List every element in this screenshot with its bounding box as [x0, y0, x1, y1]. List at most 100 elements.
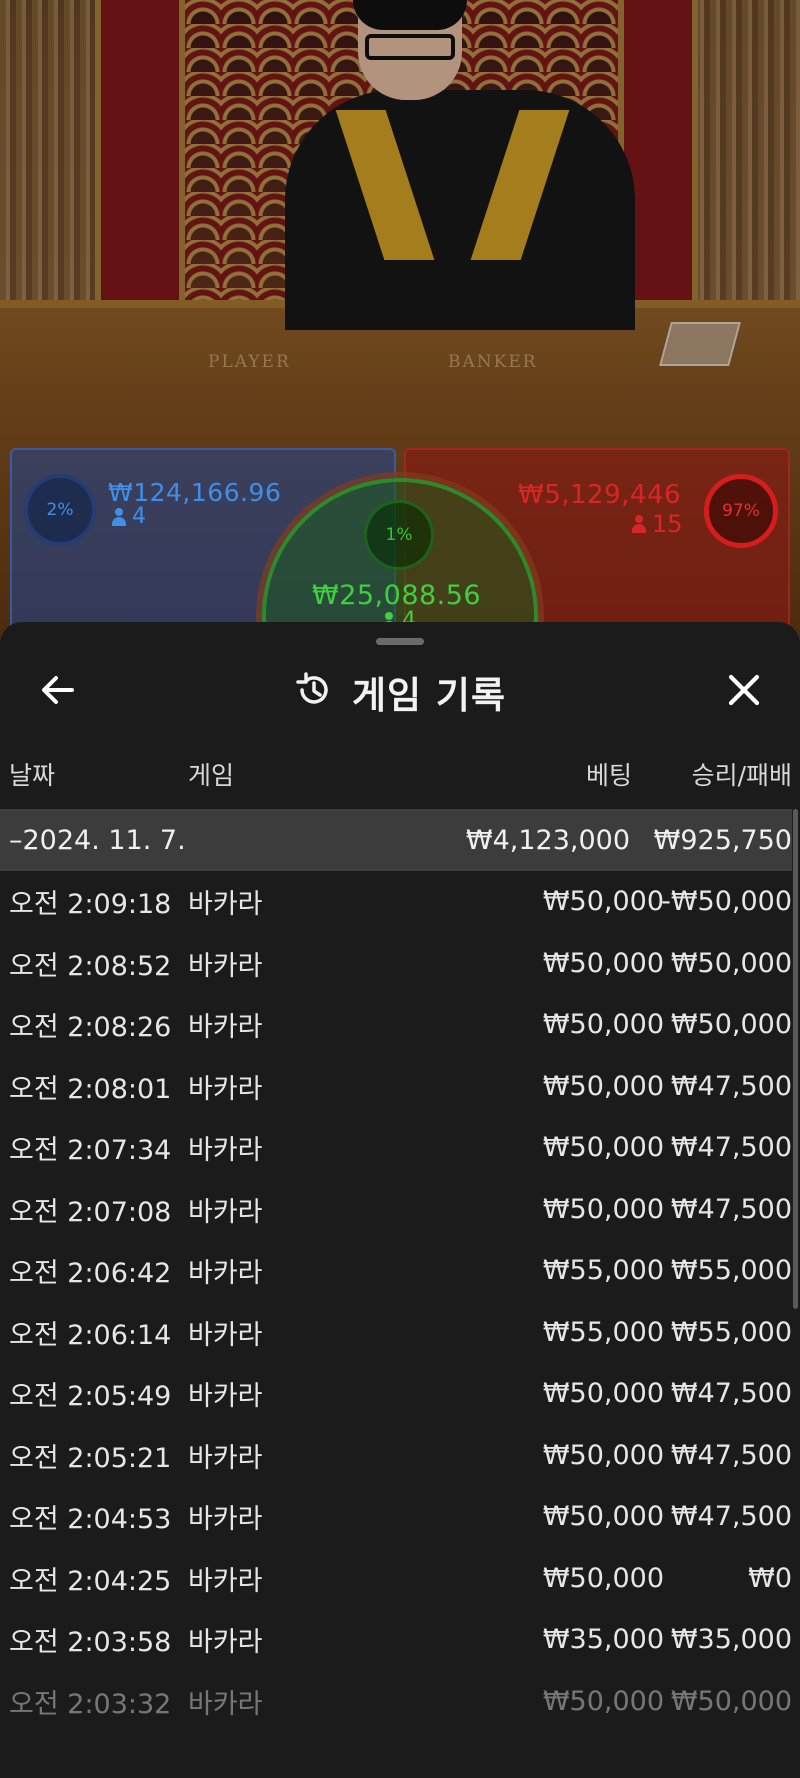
close-icon	[724, 670, 764, 714]
row-time: 오전 2:07:34	[9, 1135, 172, 1167]
column-header-win-loss: 승리/패배	[691, 761, 792, 790]
row-time: 오전 2:09:18	[9, 889, 172, 921]
row-game: 바카라	[188, 1442, 263, 1474]
table-row[interactable]: 오전 2:08:01 바카라 ₩50,000 ₩47,500	[0, 1056, 792, 1118]
banker-percent: 97%	[722, 501, 760, 521]
column-header-date: 날짜	[9, 761, 56, 790]
row-win-loss: ₩50,000	[670, 1685, 792, 1717]
row-bet: ₩50,000	[542, 1562, 664, 1594]
table-row[interactable]: 오전 2:05:21 바카라 ₩50,000 ₩47,500	[0, 1425, 792, 1487]
row-time: 오전 2:05:49	[9, 1381, 172, 1413]
row-bet: ₩50,000	[542, 1193, 664, 1225]
row-game: 바카라	[188, 1073, 263, 1105]
table-row[interactable]: 오전 2:06:14 바카라 ₩55,000 ₩55,000	[0, 1302, 792, 1364]
player-percent-ring: 2%	[24, 474, 96, 546]
table-row[interactable]: 오전 2:04:25 바카라 ₩50,000 ₩0	[0, 1548, 792, 1610]
row-time: 오전 2:05:21	[9, 1442, 172, 1474]
sheet-header: 게임 기록	[0, 652, 800, 732]
row-win-loss: ₩47,500	[670, 1193, 792, 1225]
close-button[interactable]	[716, 664, 772, 720]
row-game: 바카라	[188, 1627, 263, 1659]
arrow-left-icon	[38, 670, 78, 714]
banker-bettor-count: 15	[632, 510, 683, 538]
player-bet-amount: ₩124,166.96	[108, 478, 282, 507]
row-game: 바카라	[188, 1258, 263, 1290]
banker-percent-ring: 97%	[704, 474, 778, 548]
banker-bet-amount: ₩5,129,446	[518, 480, 682, 510]
sheet-drag-handle[interactable]	[376, 638, 424, 645]
row-bet: ₩55,000	[542, 1255, 664, 1287]
row-time: 오전 2:03:32	[9, 1688, 172, 1720]
row-bet: ₩50,000	[542, 1132, 664, 1164]
table-row[interactable]: 오전 2:07:34 바카라 ₩50,000 ₩47,500	[0, 1117, 792, 1179]
player-bettor-count: 4	[112, 504, 146, 529]
table-row[interactable]: 오전 2:06:42 바카라 ₩55,000 ₩55,000	[0, 1240, 792, 1302]
history-icon	[294, 670, 334, 714]
row-bet: ₩50,000	[542, 1009, 664, 1041]
table-row[interactable]: 오전 2:03:32 바카라 ₩50,000 ₩50,000	[0, 1671, 792, 1733]
row-time: 오전 2:04:53	[9, 1504, 172, 1536]
column-header-bet: 베팅	[585, 761, 632, 790]
row-bet: ₩55,000	[542, 1316, 664, 1348]
row-win-loss: ₩50,000	[670, 1009, 792, 1041]
row-game: 바카라	[188, 1196, 263, 1228]
table-row[interactable]: 오전 2:05:49 바카라 ₩50,000 ₩47,500	[0, 1363, 792, 1425]
row-win-loss: ₩35,000	[670, 1624, 792, 1656]
tie-percent-ring: 1%	[364, 500, 434, 570]
player-count-value: 4	[132, 504, 146, 529]
sheet-title-group: 게임 기록	[0, 652, 800, 732]
row-bet: ₩50,000	[542, 1685, 664, 1717]
table-row[interactable]: 오전 2:08:52 바카라 ₩50,000 ₩50,000	[0, 933, 792, 995]
row-game: 바카라	[188, 1504, 263, 1536]
row-game: 바카라	[188, 1319, 263, 1351]
day-bet-total: ₩4,123,000	[465, 824, 630, 856]
row-game: 바카라	[188, 1012, 263, 1044]
row-win-loss: ₩47,500	[670, 1132, 792, 1164]
day-group-row[interactable]: –2024. 11. 7. ₩4,123,000 ₩925,750	[0, 809, 792, 871]
row-time: 오전 2:06:42	[9, 1258, 172, 1290]
person-icon	[632, 515, 646, 533]
row-bet: ₩50,000	[542, 1501, 664, 1533]
table-row[interactable]: 오전 2:04:53 바카라 ₩50,000 ₩47,500	[0, 1486, 792, 1548]
row-bet: ₩50,000	[542, 1439, 664, 1471]
row-bet: ₩50,000	[542, 947, 664, 979]
game-history-sheet: 게임 기록 날짜 게임 베팅 승리/패배 –2024. 11. 7. ₩4,12…	[0, 622, 800, 1778]
history-table: –2024. 11. 7. ₩4,123,000 ₩925,750 오전 2:0…	[0, 809, 792, 1732]
table-row[interactable]: 오전 2:07:08 바카라 ₩50,000 ₩47,500	[0, 1179, 792, 1241]
back-button[interactable]	[30, 664, 86, 720]
row-win-loss: -₩50,000	[661, 886, 792, 918]
row-time: 오전 2:08:01	[9, 1073, 172, 1105]
row-bet: ₩50,000	[542, 1070, 664, 1102]
player-percent: 2%	[46, 500, 74, 520]
table-row[interactable]: 오전 2:09:18 바카라 ₩50,000 -₩50,000	[0, 871, 792, 933]
row-time: 오전 2:03:58	[9, 1627, 172, 1659]
row-bet: ₩35,000	[542, 1624, 664, 1656]
row-win-loss: ₩47,500	[670, 1070, 792, 1102]
row-time: 오전 2:08:26	[9, 1012, 172, 1044]
row-time: 오전 2:07:08	[9, 1196, 172, 1228]
sheet-title: 게임 기록	[351, 674, 507, 717]
day-win-loss-total: ₩925,750	[653, 824, 792, 856]
row-time: 오전 2:04:25	[9, 1565, 172, 1597]
column-header-game: 게임	[188, 761, 235, 790]
row-game: 바카라	[188, 1135, 263, 1167]
row-win-loss: ₩50,000	[670, 947, 792, 979]
tie-bet-amount: ₩25,088.56	[312, 580, 482, 611]
table-row[interactable]: 오전 2:03:58 바카라 ₩35,000 ₩35,000	[0, 1609, 792, 1671]
row-game: 바카라	[188, 1565, 263, 1597]
row-game: 바카라	[188, 1381, 263, 1413]
row-win-loss: ₩0	[748, 1562, 792, 1594]
row-bet: ₩50,000	[542, 1378, 664, 1410]
banker-count-value: 15	[652, 510, 683, 538]
row-game: 바카라	[188, 889, 263, 921]
table-row[interactable]: 오전 2:08:26 바카라 ₩50,000 ₩50,000	[0, 994, 792, 1056]
row-game: 바카라	[188, 950, 263, 982]
row-win-loss: ₩55,000	[670, 1316, 792, 1348]
row-win-loss: ₩47,500	[670, 1378, 792, 1410]
person-icon	[112, 507, 126, 526]
row-game: 바카라	[188, 1688, 263, 1720]
day-date: –2024. 11. 7.	[9, 824, 186, 856]
row-win-loss: ₩47,500	[670, 1501, 792, 1533]
scrollbar[interactable]	[793, 809, 798, 1309]
row-win-loss: ₩47,500	[670, 1439, 792, 1471]
